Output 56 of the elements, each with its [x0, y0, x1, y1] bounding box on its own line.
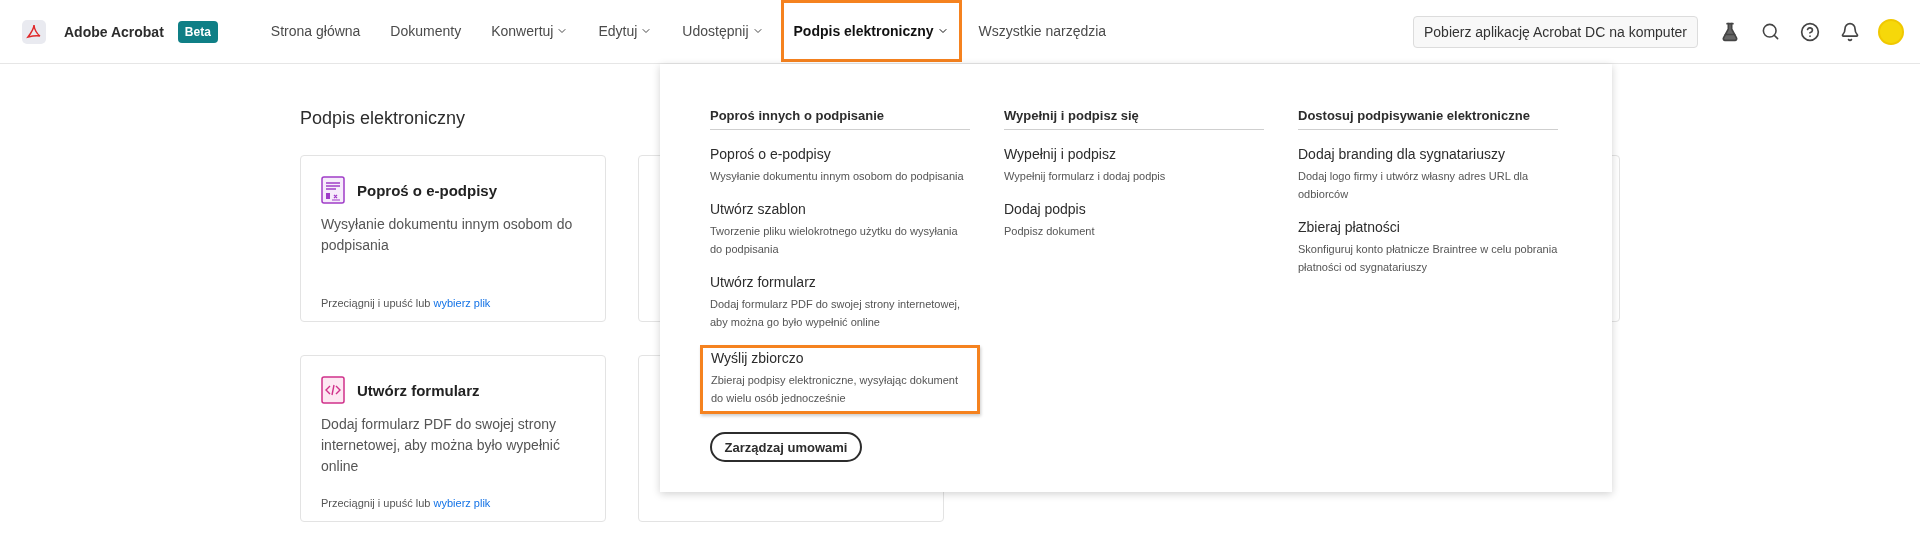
flask-icon[interactable]	[1720, 21, 1740, 42]
menu-item-description: Wysyłanie dokumentu innym osobom do podpisania	[710, 169, 965, 184]
nav-tab[interactable]: Edytuj	[585, 0, 666, 62]
menu-item-title: Utwórz formularz	[710, 274, 817, 290]
nav-tab[interactable]: Podpis elektroniczny	[780, 0, 962, 62]
card-description: Dodaj formularz PDF do swojej strony internetowej, aby można było wypełnić online	[321, 415, 561, 476]
menu-item-description: Zbieraj podpisy elektroniczne, wysyłając dokument do wielu osób jednocześnie	[711, 373, 959, 406]
help-icon[interactable]	[1800, 21, 1820, 42]
code-document-icon	[321, 376, 345, 404]
choose-file-link[interactable]: wybierz plik	[433, 497, 491, 509]
menu-section-heading: Poproś innych o podpisanie	[710, 108, 970, 130]
menu-item[interactable]: Wyślij zbiorczo Zbieraj podpisy elektroniczne, wysyłając dokument do wielu osób jednocześnie	[700, 345, 980, 414]
search-icon[interactable]	[1760, 22, 1780, 41]
menu-item[interactable]: Dodaj podpis Podpisz dokument	[1004, 201, 1264, 240]
choose-file-link[interactable]: wybierz plik	[433, 297, 491, 309]
menu-item[interactable]: Poproś o e-podpisy Wysyłanie dokumentu innym osobom do podpisania	[710, 146, 970, 185]
menu-item-title: Wypełnij i podpisz	[1004, 146, 1117, 162]
menu-item-description: Tworzenie pliku wielokrotnego użytku do wysyłania do podpisania	[710, 224, 959, 257]
menu-item-description: Podpisz dokument	[1004, 224, 1096, 239]
card-title: Poproś o e-podpisy	[357, 181, 497, 199]
acrobat-logo-icon[interactable]	[22, 19, 46, 44]
nav-tab[interactable]: Udostępnij	[669, 0, 777, 62]
nav-tab[interactable]: Konwertuj	[478, 0, 582, 62]
drop-hint: Przeciągnij i upuść lub wybierz plik	[321, 297, 492, 309]
menu-item-description: Wypełnij formularz i dodaj podpis	[1004, 169, 1167, 184]
nav-tab[interactable]: Dokumenty	[377, 0, 475, 62]
beta-badge: Beta	[177, 20, 218, 43]
document-signature-icon	[321, 176, 345, 204]
menu-item[interactable]: Utwórz szablon Tworzenie pliku wielokrotnego użytku do wysyłania do podpisania	[710, 201, 970, 258]
menu-section-heading: Dostosuj podpisywanie elektroniczne	[1298, 108, 1558, 130]
menu-item-title: Poproś o e-podpisy	[710, 146, 832, 162]
card-description: Wysyłanie dokumentu innym osobom do podpisania	[321, 215, 574, 255]
menu-item-description: Dodaj formularz PDF do swojej strony internetowej, aby można go było wypełnić online	[710, 297, 962, 330]
nav-tab[interactable]: Strona główna	[257, 0, 374, 62]
menu-item-title: Dodaj branding dla sygnatariuszy	[1298, 146, 1506, 162]
menu-item[interactable]: Wypełnij i podpisz Wypełnij formularz i dodaj podpis	[1004, 146, 1264, 185]
menu-item[interactable]: Zbieraj płatności Skonfiguruj konto płatnicze Braintree w celu pobrania płatności od sygnatariuszy	[1298, 219, 1558, 276]
tool-card[interactable]: Utwórz formularz Dodaj formularz PDF do swojej strony internetowej, aby można było wypełnić online Przeciągnij i upuść lub wybierz plik	[300, 355, 606, 522]
menu-item-title: Dodaj podpis	[1004, 201, 1087, 217]
menu-item[interactable]: Dodaj branding dla sygnatariuszy Dodaj logo firmy i utwórz własny adres URL dla odbiorców	[1298, 146, 1558, 203]
notifications-icon[interactable]	[1840, 21, 1860, 42]
download-app-button[interactable]: Pobierz aplikację Acrobat DC na komputer	[1412, 15, 1698, 48]
nav-tab[interactable]: Wszystkie narzędzia	[965, 0, 1120, 62]
menu-item-title: Zbieraj płatności	[1298, 219, 1401, 235]
menu-section-heading: Wypełnij i podpisz się	[1004, 108, 1264, 130]
card-title: Utwórz formularz	[357, 381, 480, 399]
drop-hint: Przeciągnij i upuść lub wybierz plik	[321, 497, 492, 509]
menu-item-title: Utwórz szablon	[710, 201, 807, 217]
manage-agreements-button[interactable]: Zarządzaj umowami	[710, 432, 862, 462]
tool-card[interactable]: Poproś o e-podpisy Wysyłanie dokumentu innym osobom do podpisania Przeciągnij i upuść lub wybierz plik	[300, 155, 606, 322]
menu-item-title: Wyślij zbiorczo	[711, 350, 805, 366]
app-name: Adobe Acrobat	[64, 23, 164, 40]
menu-item[interactable]: Utwórz formularz Dodaj formularz PDF do swojej strony internetowej, aby można go było wypełnić online	[710, 274, 970, 331]
menu-item-description: Skonfiguruj konto płatnicze Braintree w celu pobrania płatności od sygnatariuszy	[1298, 242, 1558, 275]
menu-item-description: Dodaj logo firmy i utwórz własny adres URL dla odbiorców	[1298, 169, 1530, 202]
page-title: Podpis elektroniczny	[300, 108, 466, 129]
